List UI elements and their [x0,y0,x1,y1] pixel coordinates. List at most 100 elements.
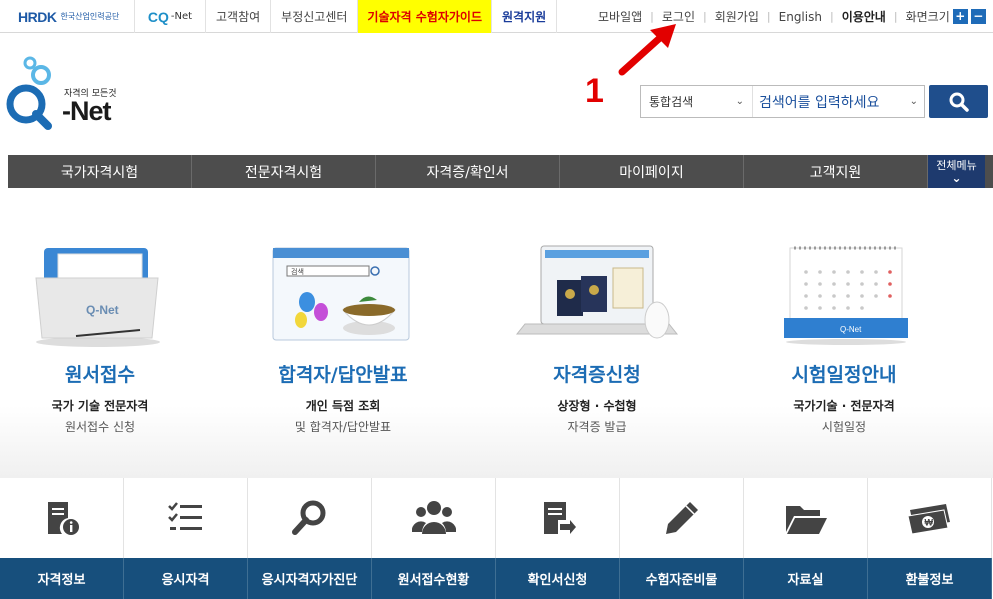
link-signup[interactable]: 회원가입 [715,8,759,25]
feature-certificate[interactable]: 자격증신청 상장형 · 수첩형 자격증 발급 [497,240,697,435]
quick-item-archive[interactable]: 자료실 [744,478,868,599]
folder-illustration: Q-Net [0,240,200,350]
separator: | [766,10,771,23]
nav-national-exam[interactable]: 국가자격시험 [8,155,192,188]
browser-window-icon: 검색 [272,247,410,341]
hrdk-logo[interactable]: HRDK 한국산업인력공단 [0,0,135,33]
document-send-icon [496,478,620,558]
link-report-center[interactable]: 부정신고센터 [271,0,359,33]
all-menu-label: 전체메뉴 [936,158,977,172]
search-scope-value: 통합검색 [649,95,694,109]
checklist-icon [124,478,248,558]
feature-title: 원서접수 [65,364,135,386]
quick-item-qualification-info[interactable]: 자격정보 [0,478,124,599]
feature-line2: 원서접수 신청 [64,420,136,434]
zoom-in-button[interactable]: + [952,9,968,24]
feature-schedule[interactable]: Q-Net 시험일정안내 국가기술 · 전문자격 시험일정 [744,240,944,435]
quick-item-application-status[interactable]: 원서접수현황 [372,478,496,599]
search-icon [949,92,969,112]
nav-customer-support[interactable]: 고객지원 [744,155,928,188]
folder-icon: Q-Net [35,248,160,347]
search-scope-select[interactable]: 통합검색 ⌄ [641,86,753,117]
quick-item-label: 확인서신청 [496,558,620,599]
feature-results[interactable]: 검색 합격자/답안발표 개인 득점 조회 및 합격자/답안발표 [243,240,443,435]
folder-open-icon [744,478,868,558]
document-info-icon [0,478,124,558]
search-box: 통합검색 ⌄ 검색어를 입력하세요 ⌄ [640,85,925,118]
feature-line1: 국가기술 · 전문자격 [793,399,895,413]
quick-item-label: 자료실 [744,558,868,599]
quick-item-label: 응시자격 [124,558,248,599]
link-customer-participation[interactable]: 고객참여 [206,0,272,33]
nav-certificate[interactable]: 자격증/확인서 [376,155,560,188]
link-user-guide[interactable]: 이용안내 [842,8,886,25]
quick-item-label: 자격정보 [0,558,124,599]
pencil-icon [620,478,744,558]
feature-line1: 상장형 · 수첩형 [557,399,637,413]
quick-item-label: 응시자격자가진단 [248,558,372,599]
link-english[interactable]: English [779,10,822,24]
separator: | [829,10,834,23]
calendar-icon: Q-Net [784,246,908,345]
separator: | [650,10,654,23]
search-button[interactable] [929,85,988,118]
quick-item-label: 원서접수현황 [372,558,496,599]
qnet-logo[interactable]: 자격의 모든것 -Net [6,56,126,134]
hrdk-logo-org: 한국산업인력공단 [60,12,120,21]
magnifier-icon [248,478,372,558]
quick-item-label: 수험자준비물 [620,558,744,599]
link-remote-support[interactable]: 원격지원 [492,0,558,33]
link-login[interactable]: 로그인 [662,8,695,25]
nav-professional-exam[interactable]: 전문자격시험 [192,155,376,188]
link-examinee-guide[interactable]: 기술자격 수험자가이드 [358,0,493,33]
quick-item-self-check[interactable]: 응시자격자가진단 [248,478,372,599]
quick-item-refund[interactable]: ₩ 환불정보 [868,478,992,599]
hrdk-logo-mark: HRDK [18,8,57,25]
quick-item-supplies[interactable]: 수험자준비물 [620,478,744,599]
cqnet-logo-net: -Net [170,11,193,22]
feature-line2: 시험일정 [821,420,867,434]
laptop-illustration [497,240,697,350]
feature-line2: 및 합격자/답안발표 [294,420,392,434]
top-utility-bar: HRDK 한국산업인력공단 CQ -Net 고객참여 부정신고센터 기술자격 수… [0,0,993,33]
laptop-icon [515,245,679,339]
nav-mypage[interactable]: 마이페이지 [560,155,744,188]
feature-title: 합격자/답안발표 [278,364,408,386]
screen-size-label: 화면크기 [905,10,950,24]
logo-name: -Net [62,96,111,126]
search-input[interactable]: 검색어를 입력하세요 ⌄ [753,86,924,117]
feature-line2: 자격증 발급 [567,420,627,434]
chevron-down-icon: ⌄ [951,170,962,185]
browser-search-text: 검색 [291,267,304,276]
all-menu-button[interactable]: 전체메뉴 ⌄ [928,155,985,188]
browser-illustration: 검색 [243,240,443,350]
top-links: 고객참여 부정신고센터 기술자격 수험자가이드 원격지원 [206,0,558,33]
link-mobile-app[interactable]: 모바일앱 [598,8,642,25]
separator: | [703,10,707,23]
folder-brand-text: Q-Net [86,303,119,317]
feature-application[interactable]: Q-Net 원서접수 국가 기술 전문자격 원서접수 신청 [0,240,200,435]
calendar-illustration: Q-Net [744,240,944,350]
cqnet-logo-cq: CQ [147,8,169,25]
feature-area: Q-Net 원서접수 국가 기술 전문자격 원서접수 신청 검색 합격자/답안발… [0,188,993,478]
annotation-number-1: 1 [585,72,604,110]
quick-item-confirmation[interactable]: 확인서신청 [496,478,620,599]
money-icon: ₩ [868,478,992,558]
qnet-logo-icon [6,56,52,130]
cqnet-logo[interactable]: CQ -Net [135,0,206,33]
search-placeholder: 검색어를 입력하세요 [759,94,880,111]
chevron-down-icon: ⌄ [735,96,744,107]
feature-title: 자격증신청 [553,364,641,386]
quick-menu: 자격정보 응시자격 응시자격자가진단 원서접수현황 확인서신청 수험자준비물 자… [0,478,993,599]
chevron-down-icon: ⌄ [909,96,918,107]
feature-line1: 국가 기술 전문자격 [51,399,149,413]
account-links: 모바일앱 | 로그인 | 회원가입 | English | 이용안내 | 화면크… [598,0,986,33]
feature-title: 시험일정안내 [791,364,897,386]
partner-logos: HRDK 한국산업인력공단 CQ -Net [0,0,206,33]
separator: | [893,10,898,23]
quick-item-eligibility[interactable]: 응시자격 [124,478,248,599]
quick-item-label: 환불정보 [868,558,992,599]
zoom-out-button[interactable]: − [970,9,986,24]
calendar-brand-text: Q-Net [840,325,862,334]
feature-line1: 개인 득점 조회 [305,399,381,413]
